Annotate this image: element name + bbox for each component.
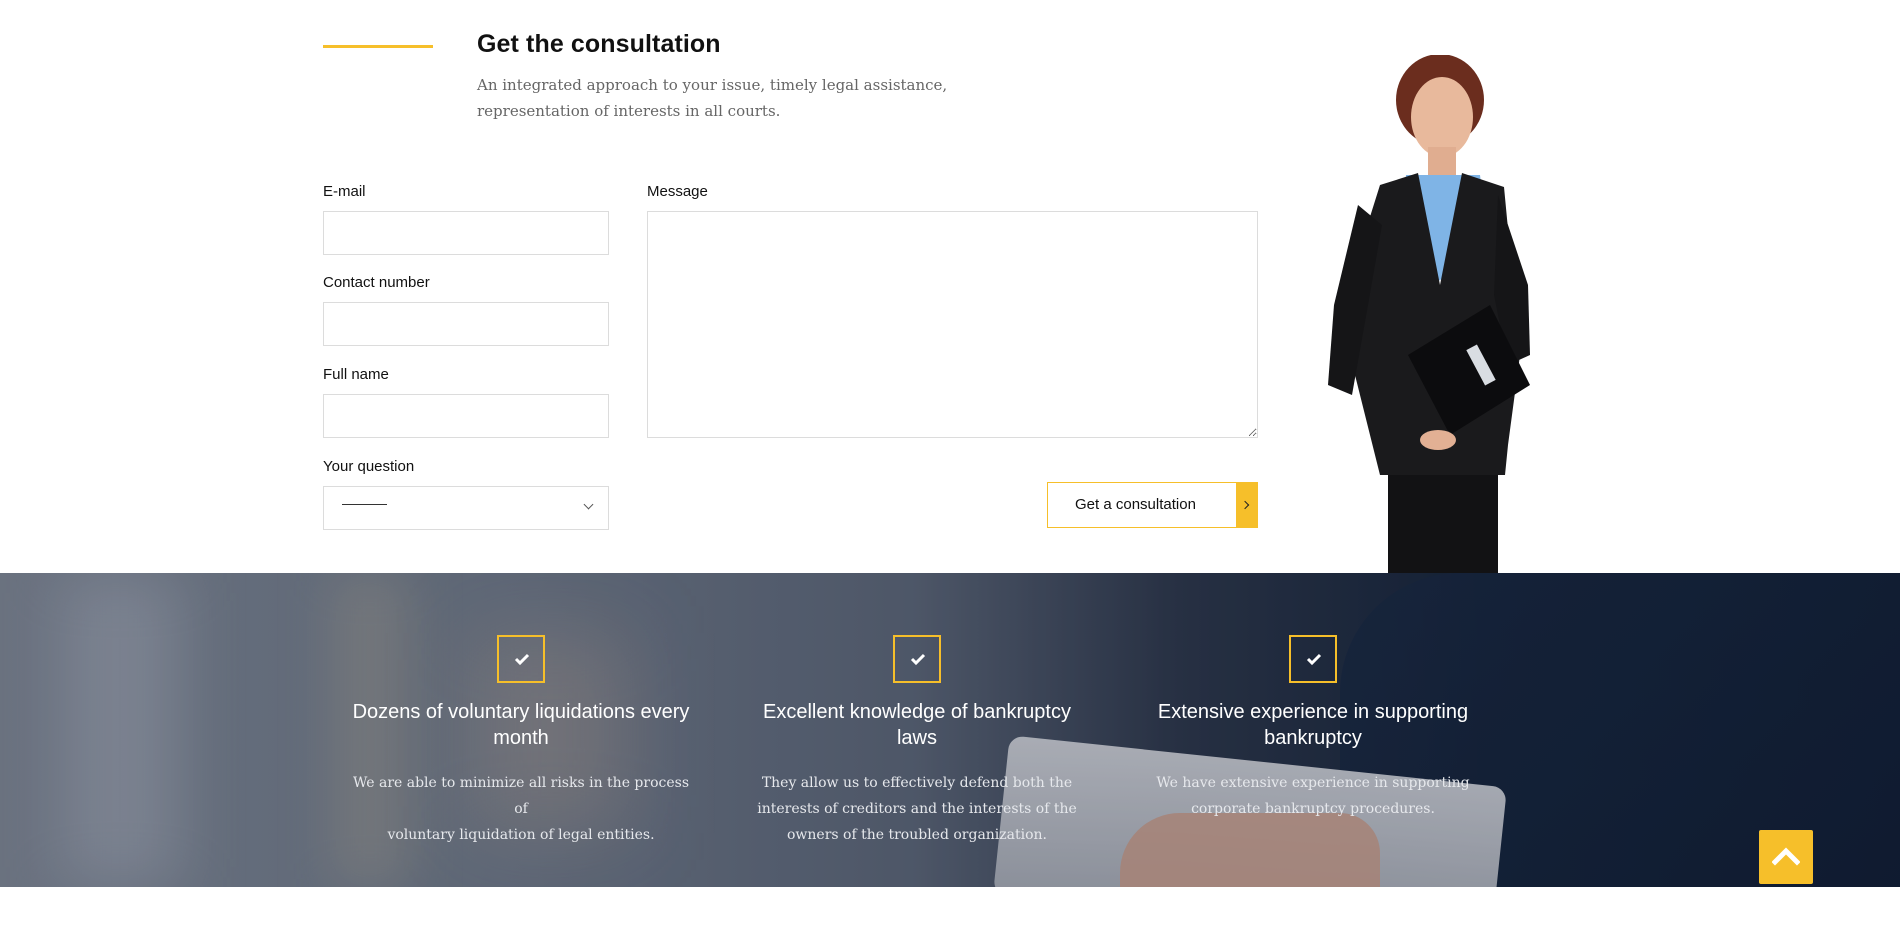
email-field[interactable] [323,211,609,255]
chevron-down-icon [583,499,594,510]
feature-text: They allow us to effectively defend both… [742,770,1092,848]
feature-text-line: interests of creditors and the interests… [757,801,1077,817]
feature-text-line: They allow us to effectively defend both… [761,775,1073,791]
chevron-up-icon [1772,847,1800,866]
full-name-field[interactable] [323,394,609,438]
subtitle-line: representation of interests in all court… [477,102,781,120]
feature-title: Excellent knowledge of bankruptcy laws [742,699,1092,751]
check-icon [1289,635,1337,683]
message-field[interactable] [647,211,1258,438]
feature-text-line: corporate bankruptcy procedures. [1191,801,1435,817]
chevron-right-icon [1236,483,1257,527]
page-subtitle: An integrated approach to your issue, ti… [477,72,957,124]
features-band: Dozens of voluntary liquidations every m… [0,573,1900,887]
check-icon [893,635,941,683]
page-title: Get the consultation [477,30,721,58]
feature-text: We have extensive experience in supporti… [1138,770,1488,822]
question-selected-value [342,504,387,505]
feature-title-line: laws [896,727,937,749]
feature-text: We are able to minimize all risks in the… [346,770,696,848]
scroll-to-top-button[interactable] [1759,830,1813,884]
feature-text-line: owners of the troubled organization. [786,827,1048,843]
feature-text-line: We have extensive experience in supporti… [1156,775,1470,791]
feature-title-line: Dozens of voluntary liquidations every [352,701,690,723]
get-consultation-label: Get a consultation [1075,496,1196,513]
question-select[interactable] [323,486,609,530]
lawyer-photo [1328,55,1530,573]
feature-text-line: We are able to minimize all risks in the… [352,775,690,817]
feature-title-line: bankruptcy [1264,727,1362,749]
feature-title: Dozens of voluntary liquidations every m… [346,699,696,751]
feature-title-line: month [493,727,549,749]
feature-title: Extensive experience in supporting bankr… [1138,699,1488,751]
phone-field[interactable] [323,302,609,346]
message-label: Message [647,183,708,200]
email-label: E-mail [323,183,366,200]
consultation-section: Get the consultation An integrated appro… [0,0,1900,573]
feature-title-line: Extensive experience in supporting [1157,701,1469,723]
get-consultation-button[interactable]: Get a consultation [1047,482,1258,528]
question-label: Your question [323,458,415,475]
feature-title-line: Excellent knowledge of bankruptcy [763,701,1071,723]
phone-label: Contact number [323,274,430,291]
check-icon [497,635,545,683]
subtitle-line: An integrated approach to your issue, ti… [477,76,948,94]
accent-line [323,45,433,48]
full-name-label: Full name [323,366,389,383]
feature-text-line: voluntary liquidation of legal entities. [387,827,655,843]
